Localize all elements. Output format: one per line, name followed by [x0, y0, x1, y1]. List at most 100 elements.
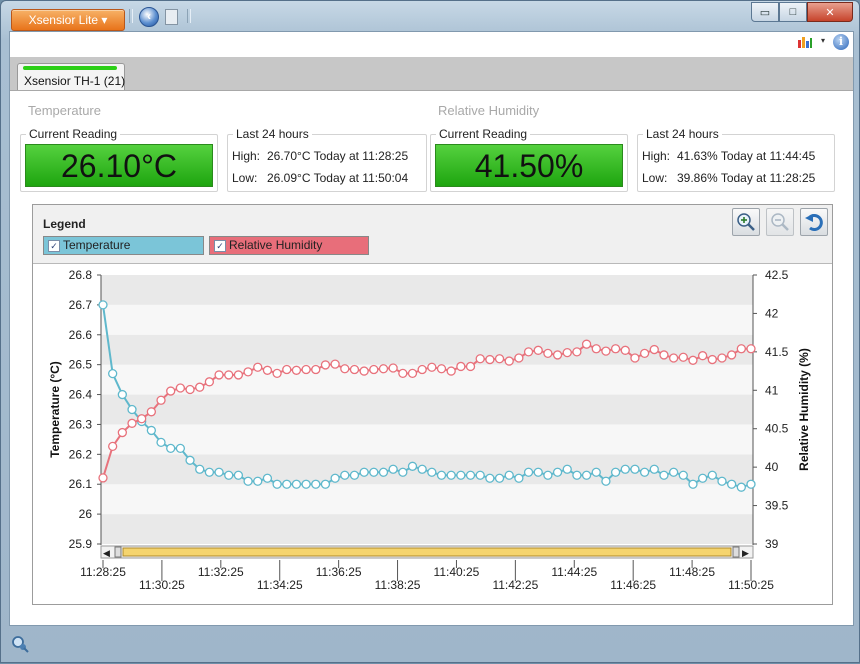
high-label: High:: [642, 149, 671, 163]
humidity-point: [533, 345, 543, 355]
temperature-point: [359, 467, 369, 477]
app-menu-button[interactable]: Xsensior Lite ▾: [11, 9, 125, 31]
group-label: Current Reading: [436, 127, 531, 141]
temperature-point: [330, 473, 340, 483]
undo-arrow-icon: [805, 214, 823, 231]
y-left-axis-title: Temperature (°C): [48, 361, 62, 458]
legend-item-humidity[interactable]: ✓ Relative Humidity: [209, 236, 369, 255]
temperature-point: [185, 455, 195, 465]
humidity-point: [108, 441, 118, 452]
humidity-point: [436, 364, 447, 374]
scrollbar-thumb: [122, 547, 732, 557]
humidity-point: [591, 344, 601, 354]
humidity-point: [98, 473, 108, 483]
y-left-tick-label: 26.7: [69, 298, 93, 312]
zoom-out-icon: [771, 213, 789, 231]
y-right-axis-title: Relative Humidity (%): [797, 348, 811, 471]
legend-label: Relative Humidity: [229, 238, 323, 252]
humidity-point: [572, 347, 582, 357]
y-right-tick-label: 42: [765, 306, 779, 320]
minimize-button[interactable]: ▭: [751, 2, 779, 22]
temperature-high-row: High: 26.70°C Today at 11:28:25: [232, 149, 408, 163]
toolbar-separator: [187, 9, 191, 23]
temperature-point: [475, 470, 485, 480]
temperature-point: [552, 467, 563, 477]
y-left-tick-label: 26.8: [69, 268, 93, 282]
temperature-point: [668, 467, 679, 477]
humidity-section-title: Relative Humidity: [438, 103, 540, 118]
tab-device[interactable]: Xsensior TH-1 (21): [17, 63, 125, 90]
temperature-point: [98, 300, 108, 310]
zoom-in-button[interactable]: [732, 208, 760, 236]
humidity-point: [736, 344, 746, 354]
humidity-point: [301, 364, 311, 375]
x-tick-label: 11:46:25: [610, 578, 656, 592]
temperature-point: [581, 470, 592, 480]
temperature-point: [649, 464, 659, 474]
humidity-point: [465, 361, 476, 372]
reset-zoom-button[interactable]: [800, 208, 828, 236]
temperature-point: [204, 467, 215, 477]
humidity-point: [127, 418, 137, 428]
humidity-point: [543, 348, 553, 359]
temperature-point: [543, 470, 553, 480]
main-content: ▾ i Xsensior TH-1 (21) Temperature Curre…: [9, 31, 854, 626]
temperature-point: [253, 476, 263, 486]
temperature-point: [166, 443, 176, 454]
temperature-point: [388, 464, 398, 474]
humidity-point: [485, 354, 495, 365]
humidity-point: [407, 368, 418, 379]
humidity-point: [446, 366, 456, 376]
humidity-point: [427, 362, 437, 372]
temperature-point: [291, 479, 302, 489]
window-controls: ▭ □ ✕: [751, 2, 853, 22]
search-device-icon[interactable]: [11, 635, 29, 653]
chevron-down-icon[interactable]: ▾: [821, 36, 825, 45]
temperature-point: [523, 467, 534, 477]
y-right-tick-label: 41.5: [765, 345, 789, 359]
status-bar: [1, 627, 860, 664]
grid-band: [101, 484, 753, 515]
humidity-point: [243, 367, 253, 377]
x-tick-label: 11:32:25: [198, 565, 244, 579]
back-icon[interactable]: ‹: [139, 7, 159, 27]
temperature-point: [533, 467, 543, 477]
temperature-point: [214, 467, 224, 477]
temperature-point: [562, 464, 572, 474]
temperature-point: [301, 479, 311, 489]
temperature-point: [639, 467, 650, 477]
legend-title: Legend: [43, 217, 86, 231]
grid-band: [101, 394, 753, 425]
humidity-point: [340, 364, 350, 374]
humidity-point: [552, 350, 563, 360]
humidity-point: [659, 350, 669, 360]
info-icon[interactable]: i: [833, 34, 849, 50]
temperature-point: [146, 425, 157, 436]
legend-item-temperature[interactable]: ✓ Temperature: [43, 236, 204, 255]
temperature-point: [195, 464, 205, 474]
close-button[interactable]: ✕: [807, 2, 853, 22]
y-right-tick-label: 41: [765, 383, 779, 397]
humidity-checkbox[interactable]: ✓: [214, 240, 226, 252]
temperature-point: [349, 470, 360, 480]
chart-type-icon[interactable]: [797, 35, 813, 49]
grid-band: [101, 275, 753, 305]
humidity-current-group: Current Reading 41.50%: [430, 127, 628, 192]
humidity-point: [320, 360, 331, 370]
temperature-checkbox[interactable]: ✓: [48, 240, 60, 252]
humidity-point: [630, 353, 640, 363]
humidity-point: [272, 368, 282, 379]
humidity-low-value: 39.86% Today at 11:28:25: [677, 171, 816, 185]
humidity-point: [668, 353, 679, 363]
humidity-point: [746, 344, 756, 354]
document-icon[interactable]: [165, 9, 178, 25]
group-label: Last 24 hours: [233, 127, 312, 141]
humidity-point: [417, 364, 427, 375]
grid-band: [101, 304, 753, 335]
maximize-button[interactable]: □: [779, 2, 807, 22]
temperature-point: [446, 470, 456, 480]
zoom-out-button[interactable]: [766, 208, 794, 236]
humidity-point: [523, 347, 534, 357]
low-label: Low:: [642, 171, 668, 185]
temperature-point: [485, 473, 495, 483]
